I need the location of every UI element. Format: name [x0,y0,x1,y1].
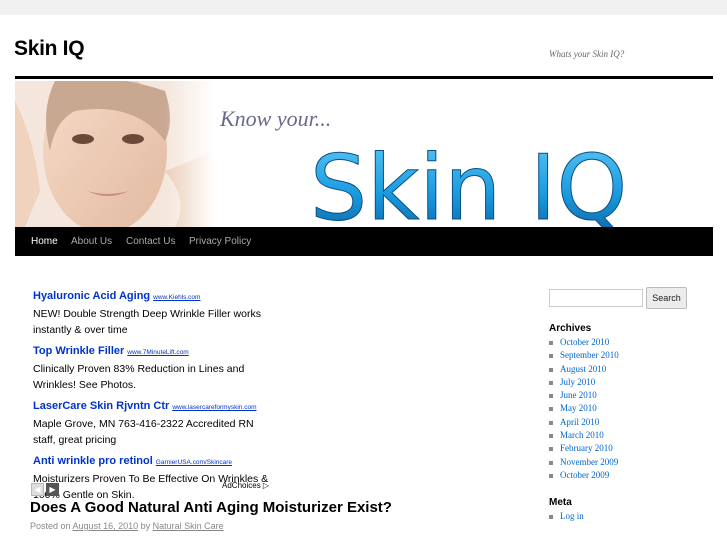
header-divider [15,76,713,79]
ad-text: NEW! Double Strength Deep Wrinkle Filler… [33,308,261,336]
ad-title[interactable]: Anti wrinkle pro retinol [33,455,153,467]
ad-title[interactable]: Hyaluronic Acid Aging [33,290,150,302]
meta-title: Meta [549,497,572,508]
banner-graphic: Know your... Skin IQ [15,81,628,227]
nav-item-contact-us[interactable]: Contact Us [126,227,175,256]
archive-link[interactable]: May 2010 [549,402,619,415]
site-title[interactable]: Skin IQ [14,37,85,61]
post-title[interactable]: Does A Good Natural Anti Aging Moisturiz… [30,499,392,516]
login-link[interactable]: Log in [549,510,584,523]
model-face-image [15,81,215,227]
ad-url[interactable]: GarnierUSA.com/Skincare [156,459,232,466]
ad-url[interactable]: www.lasercareformyskin.com [172,404,256,411]
posted-on-label: Posted on [30,521,71,531]
ad-block: Hyaluronic Acid Aging www.Kiehls.com NEW!… [33,286,278,506]
archive-link[interactable]: October 2010 [549,336,619,349]
by-label: by [140,521,151,531]
page-wrapper: Skin IQ Whats your Skin IQ? Know your...… [0,15,727,545]
header-banner: Know your... Skin IQ [15,81,713,227]
ad-prev-icon[interactable]: ◀ [31,483,44,496]
archive-link[interactable]: November 2009 [549,456,619,469]
archive-link[interactable]: October 2009 [549,469,619,482]
archive-link[interactable]: July 2010 [549,376,619,389]
archives-title: Archives [549,323,592,334]
archive-link[interactable]: February 2010 [549,442,619,455]
archive-link[interactable]: June 2010 [549,389,619,402]
nav-item-privacy-policy[interactable]: Privacy Policy [189,227,251,256]
ad-item: LaserCare Skin Rjvntn Ctr www.lasercarefo… [33,396,278,448]
banner-tagline: Know your... [219,106,331,131]
main-navigation: Home About Us Contact Us Privacy Policy [15,227,713,256]
ad-choices-label: AdChoices [222,481,261,490]
post-author-link[interactable]: Natural Skin Care [153,521,224,531]
ad-title[interactable]: LaserCare Skin Rjvntn Ctr [33,400,169,412]
ad-text: Clinically Proven 83% Reduction in Lines… [33,363,245,391]
search-button[interactable]: Search [646,287,687,309]
banner-brand: Skin IQ [310,136,627,227]
site-description: Whats your Skin IQ? [549,49,625,59]
meta-list: Log in [549,510,584,523]
archive-link[interactable]: August 2010 [549,363,619,376]
nav-item-home[interactable]: Home [31,227,58,256]
post-date-link[interactable]: August 16, 2010 [73,521,139,531]
ad-next-icon[interactable]: ▶ [46,483,59,496]
post-meta: Posted on August 16, 2010 by Natural Ski… [30,521,224,531]
ad-item: Anti wrinkle pro retinol GarnierUSA.com/S… [33,451,278,503]
search-input[interactable] [549,289,643,307]
archive-link[interactable]: September 2010 [549,349,619,362]
ad-url[interactable]: www.7MinuteLift.com [127,349,188,356]
ad-item: Top Wrinkle Filler www.7MinuteLift.com Cl… [33,341,278,393]
ad-title[interactable]: Top Wrinkle Filler [33,345,124,357]
nav-item-about-us[interactable]: About Us [71,227,112,256]
ad-item: Hyaluronic Acid Aging www.Kiehls.com NEW!… [33,286,278,338]
ad-choices-link[interactable]: AdChoices ▷ [222,481,269,490]
archive-link[interactable]: March 2010 [549,429,619,442]
ad-url[interactable]: www.Kiehls.com [153,294,200,301]
ad-choices-icon: ▷ [262,481,270,490]
ad-text: Maple Grove, MN 763-416-2322 Accredited … [33,418,254,446]
archive-link[interactable]: April 2010 [549,416,619,429]
archives-list: October 2010 September 2010 August 2010 … [549,336,619,482]
ad-pager: ◀ ▶ [31,479,61,497]
